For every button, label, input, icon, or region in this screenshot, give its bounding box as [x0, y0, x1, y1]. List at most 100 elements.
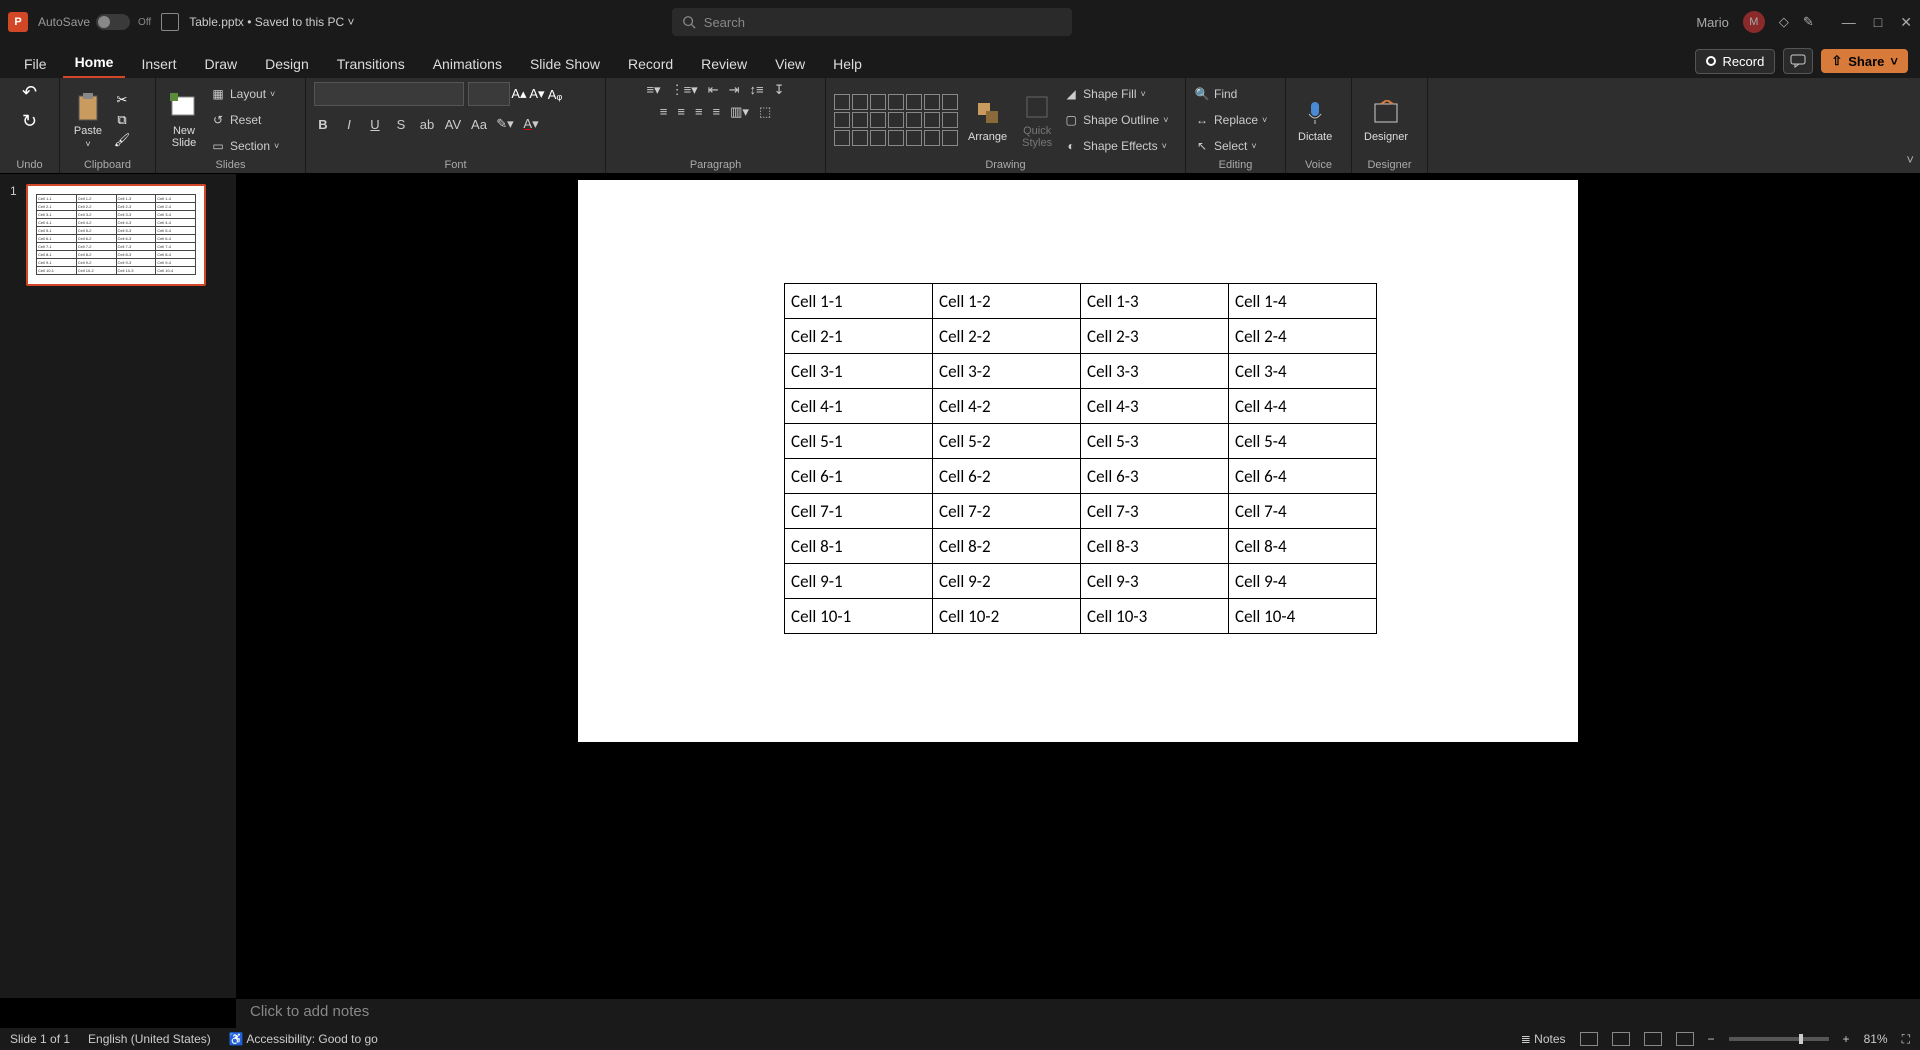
text-direction-icon[interactable]: ↧ — [774, 82, 785, 98]
slide[interactable]: Cell 1-1Cell 1-2Cell 1-3Cell 1-4Cell 2-1… — [578, 180, 1578, 742]
table-cell[interactable]: Cell 5-1 — [37, 227, 77, 235]
table-cell[interactable]: Cell 1-3 — [1081, 284, 1229, 319]
indent-increase-icon[interactable]: ⇥ — [729, 82, 740, 98]
clear-format-icon[interactable]: Aᵩ — [546, 87, 564, 102]
table-cell[interactable]: Cell 4-3 — [116, 219, 156, 227]
highlight-icon[interactable]: ✎▾ — [496, 116, 514, 132]
select-button[interactable]: ↖Select˅ — [1194, 135, 1267, 157]
toggle-switch[interactable] — [96, 14, 130, 30]
zoom-in-button[interactable]: + — [1843, 1032, 1850, 1046]
table-cell[interactable]: Cell 10-4 — [156, 267, 196, 275]
replace-button[interactable]: ↔Replace˅ — [1194, 109, 1267, 131]
table-cell[interactable]: Cell 1-1 — [785, 284, 933, 319]
table-cell[interactable]: Cell 10-2 — [76, 267, 116, 275]
reading-view-icon[interactable] — [1644, 1032, 1662, 1046]
arrange-button[interactable]: Arrange — [964, 95, 1011, 145]
table-cell[interactable]: Cell 4-3 — [1081, 389, 1229, 424]
table-cell[interactable]: Cell 5-2 — [76, 227, 116, 235]
table-cell[interactable]: Cell 3-4 — [156, 211, 196, 219]
table-cell[interactable]: Cell 9-3 — [1081, 564, 1229, 599]
table-cell[interactable]: Cell 10-4 — [1229, 599, 1377, 634]
align-center-icon[interactable]: ≡ — [677, 104, 685, 120]
new-slide-button[interactable]: New Slide — [164, 89, 204, 151]
bold-button[interactable]: B — [314, 117, 332, 132]
table-cell[interactable]: Cell 5-2 — [933, 424, 1081, 459]
sorter-view-icon[interactable] — [1612, 1032, 1630, 1046]
table-cell[interactable]: Cell 2-3 — [116, 203, 156, 211]
table-cell[interactable]: Cell 7-1 — [37, 243, 77, 251]
table-cell[interactable]: Cell 5-3 — [1081, 424, 1229, 459]
font-size-input[interactable] — [468, 82, 510, 106]
tab-help[interactable]: Help — [821, 50, 874, 78]
table-cell[interactable]: Cell 8-3 — [1081, 529, 1229, 564]
tab-review[interactable]: Review — [689, 50, 759, 78]
table-cell[interactable]: Cell 10-1 — [785, 599, 933, 634]
table-cell[interactable]: Cell 5-4 — [1229, 424, 1377, 459]
table-cell[interactable]: Cell 5-1 — [785, 424, 933, 459]
smartart-icon[interactable]: ⬚ — [759, 104, 771, 120]
table-cell[interactable]: Cell 8-1 — [785, 529, 933, 564]
table-cell[interactable]: Cell 9-4 — [156, 259, 196, 267]
slide-canvas[interactable]: Cell 1-1Cell 1-2Cell 1-3Cell 1-4Cell 2-1… — [236, 174, 1920, 998]
table-cell[interactable]: Cell 8-4 — [1229, 529, 1377, 564]
tab-view[interactable]: View — [763, 50, 817, 78]
underline-button[interactable]: U — [366, 117, 384, 132]
find-button[interactable]: 🔍Find — [1194, 83, 1267, 105]
table-cell[interactable]: Cell 7-2 — [76, 243, 116, 251]
table-cell[interactable]: Cell 4-1 — [37, 219, 77, 227]
fit-to-window-icon[interactable]: ⛶ — [1902, 1032, 1910, 1047]
table-cell[interactable]: Cell 2-4 — [1229, 319, 1377, 354]
decrease-font-icon[interactable]: A▾ — [528, 86, 546, 102]
align-left-icon[interactable]: ≡ — [660, 104, 668, 120]
table-cell[interactable]: Cell 1-2 — [933, 284, 1081, 319]
table-cell[interactable]: Cell 9-1 — [785, 564, 933, 599]
table-cell[interactable]: Cell 10-3 — [1081, 599, 1229, 634]
shadow-icon[interactable]: ab — [418, 117, 436, 132]
save-icon[interactable] — [161, 13, 179, 31]
table-cell[interactable]: Cell 4-2 — [76, 219, 116, 227]
tab-home[interactable]: Home — [63, 48, 126, 78]
table-cell[interactable]: Cell 2-3 — [1081, 319, 1229, 354]
table-cell[interactable]: Cell 7-2 — [933, 494, 1081, 529]
quick-styles-button[interactable]: Quick Styles — [1017, 89, 1057, 151]
table-cell[interactable]: Cell 3-3 — [116, 211, 156, 219]
normal-view-icon[interactable] — [1580, 1032, 1598, 1046]
table-cell[interactable]: Cell 1-3 — [116, 195, 156, 203]
diamond-icon[interactable]: ◇ — [1779, 14, 1789, 30]
tab-transitions[interactable]: Transitions — [325, 50, 417, 78]
tab-animations[interactable]: Animations — [421, 50, 514, 78]
accessibility-status[interactable]: ♿ Accessibility: Good to go — [229, 1032, 378, 1046]
shape-effects-button[interactable]: ◐Shape Effects˅ — [1063, 135, 1168, 157]
user-name[interactable]: Mario — [1696, 15, 1729, 30]
table-cell[interactable]: Cell 6-3 — [116, 235, 156, 243]
redo-icon[interactable]: ↻ — [22, 111, 37, 132]
maximize-button[interactable]: □ — [1874, 14, 1882, 31]
designer-button[interactable]: Designer — [1360, 95, 1412, 145]
table-cell[interactable]: Cell 5-3 — [116, 227, 156, 235]
strike-button[interactable]: S — [392, 117, 410, 132]
layout-button[interactable]: ▦Layout˅ — [210, 83, 279, 105]
table-cell[interactable]: Cell 6-3 — [1081, 459, 1229, 494]
collapse-ribbon-icon[interactable]: ˅ — [1906, 152, 1914, 167]
dictate-button[interactable]: Dictate — [1294, 95, 1336, 145]
table-cell[interactable]: Cell 4-4 — [1229, 389, 1377, 424]
autosave-toggle[interactable]: AutoSave Off — [38, 14, 151, 30]
case-icon[interactable]: Aa — [470, 117, 488, 132]
table-cell[interactable]: Cell 10-1 — [37, 267, 77, 275]
close-button[interactable]: ✕ — [1900, 14, 1912, 31]
table-cell[interactable]: Cell 3-3 — [1081, 354, 1229, 389]
table-cell[interactable]: Cell 2-1 — [37, 203, 77, 211]
paste-button[interactable]: Paste ˅ — [68, 89, 108, 151]
document-title[interactable]: Table.pptx • Saved to this PC ˅ — [189, 15, 354, 29]
zoom-out-button[interactable]: − — [1708, 1032, 1715, 1046]
zoom-slider[interactable] — [1729, 1037, 1829, 1041]
table-cell[interactable]: Cell 9-1 — [37, 259, 77, 267]
table-cell[interactable]: Cell 6-2 — [76, 235, 116, 243]
section-button[interactable]: ▭Section˅ — [210, 135, 279, 157]
record-button[interactable]: Record — [1695, 49, 1775, 74]
table-cell[interactable]: Cell 4-1 — [785, 389, 933, 424]
table-cell[interactable]: Cell 6-4 — [156, 235, 196, 243]
comments-button[interactable] — [1783, 48, 1813, 74]
shapes-gallery[interactable] — [834, 94, 958, 146]
tab-design[interactable]: Design — [253, 50, 321, 78]
